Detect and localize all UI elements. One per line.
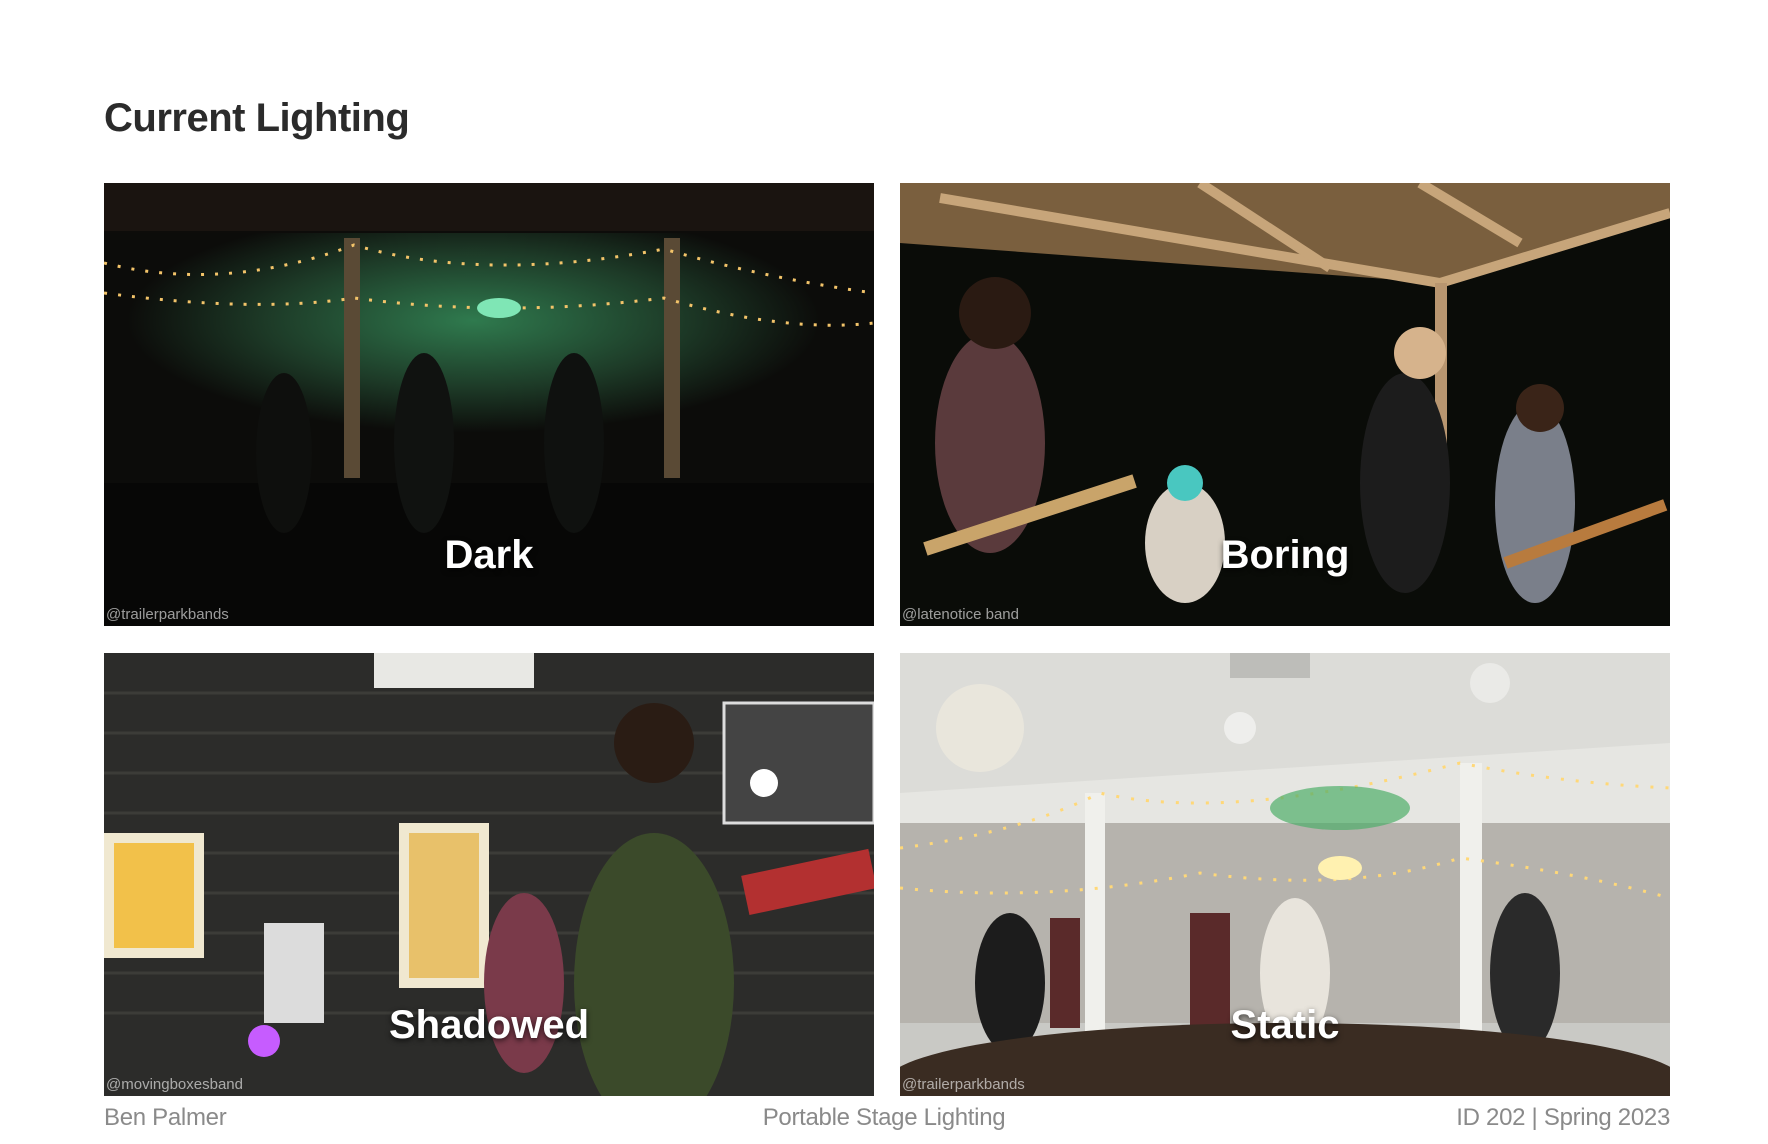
photo-caption: Static bbox=[1230, 1003, 1340, 1047]
photo-static: Static @trailerparkbands bbox=[900, 653, 1670, 1096]
footer-course: ID 202 | Spring 2023 bbox=[1456, 1104, 1670, 1131]
photo-credit: @trailerparkbands bbox=[106, 606, 229, 623]
photo-credit: @latenotice band bbox=[902, 606, 1019, 623]
photo-shadowed: Shadowed @movingboxesband bbox=[104, 653, 874, 1096]
photo-caption: Boring bbox=[1220, 533, 1350, 577]
slide-title: Current Lighting bbox=[104, 96, 410, 140]
photo-dark: Dark @trailerparkbands bbox=[104, 183, 874, 626]
photo-caption: Dark bbox=[444, 533, 534, 577]
photo-boring: Boring @latenotice band bbox=[900, 183, 1670, 626]
photo-caption: Shadowed bbox=[388, 1003, 590, 1047]
photo-credit: @movingboxesband bbox=[106, 1076, 243, 1093]
photo-credit: @trailerparkbands bbox=[902, 1076, 1025, 1093]
